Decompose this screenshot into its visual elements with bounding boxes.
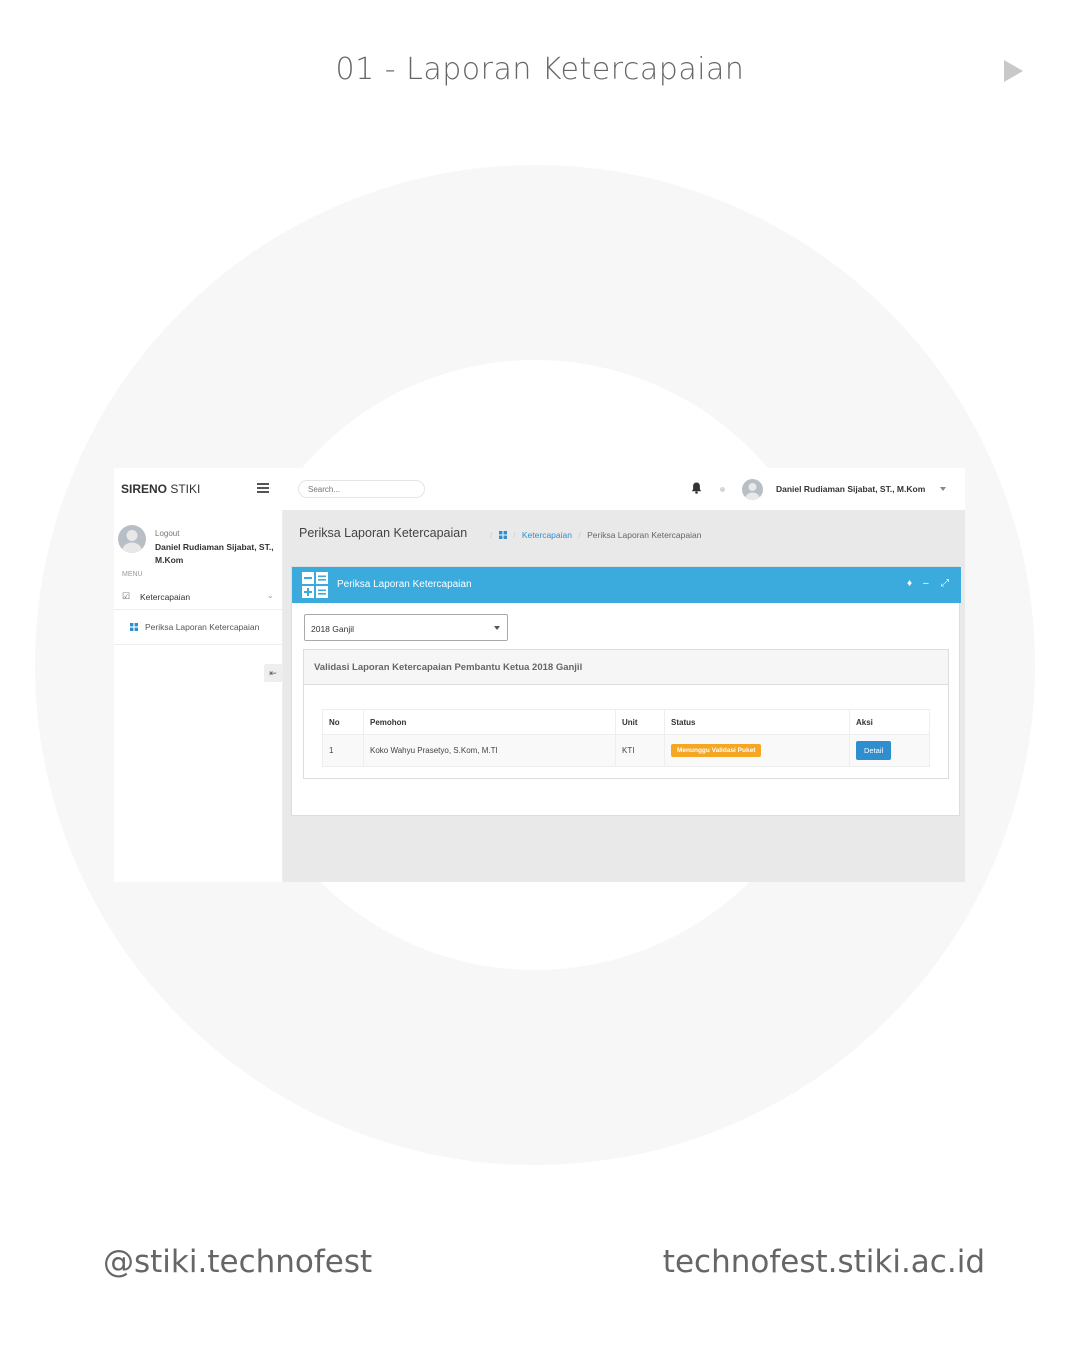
panel-title: Periksa Laporan Ketercapaian <box>337 579 472 590</box>
main-content: Periksa Laporan Ketercapaian / / Keterca… <box>283 510 965 882</box>
sidebar: Logout Daniel Rudiaman Sijabat, ST., M.K… <box>114 510 283 882</box>
minimize-icon[interactable]: – <box>923 578 929 589</box>
sidebar-collapse-icon[interactable]: ⇤ <box>264 664 282 682</box>
search-input[interactable] <box>298 480 425 498</box>
footer-website: technofest.stiki.ac.id <box>662 1244 985 1280</box>
validation-box-title: Validasi Laporan Ketercapaian Pembantu K… <box>314 662 583 673</box>
status-badge: Menunggu Validasi Puket <box>671 744 762 757</box>
brand-logo[interactable]: SIRENO STIKI <box>121 482 200 496</box>
table-header-row: No Pemohon Unit Status Aksi <box>322 709 930 735</box>
logout-link[interactable]: Logout <box>155 529 179 538</box>
page-title: Periksa Laporan Ketercapaian <box>299 526 468 540</box>
hamburger-menu-icon[interactable] <box>257 483 269 493</box>
semester-select-value: 2018 Ganjil <box>311 624 355 634</box>
sidebar-avatar <box>118 525 146 553</box>
detail-button[interactable]: Detail <box>856 741 892 760</box>
slide-title: 01 - Laporan Ketercapaian <box>335 52 745 87</box>
cell-status: Menunggu Validasi Puket <box>664 734 850 767</box>
sidebar-item-ketercapaian[interactable]: ☑ Ketercapaian ⌄ <box>114 586 282 610</box>
report-panel: Periksa Laporan Ketercapaian ♦ – ⤢ 2018 … <box>291 566 961 816</box>
color-drop-icon[interactable]: ♦ <box>907 578 912 589</box>
expand-icon[interactable]: ⤢ <box>941 578 949 589</box>
breadcrumb-current: Periksa Laporan Ketercapaian <box>587 530 702 540</box>
breadcrumb: / / Ketercapaian / Periksa Laporan Keter… <box>490 530 702 540</box>
calculator-icon <box>302 572 328 598</box>
cell-no: 1 <box>322 734 364 767</box>
bell-icon[interactable] <box>691 482 702 494</box>
sidebar-subitem-label: Periksa Laporan Ketercapaian <box>145 622 260 632</box>
column-header-unit: Unit <box>615 709 665 735</box>
table-row: 1 Koko Wahyu Prasetyo, S.Kom, M.TI KTI M… <box>322 734 930 767</box>
column-header-status: Status <box>664 709 850 735</box>
menu-heading: MENU <box>122 571 143 578</box>
caret-down-icon[interactable] <box>940 487 946 491</box>
chevron-down-icon: ⌄ <box>267 591 274 600</box>
top-user-name[interactable]: Daniel Rudiaman Sijabat, ST., M.Kom <box>776 484 925 494</box>
user-avatar[interactable] <box>742 479 763 500</box>
semester-select[interactable]: 2018 Ganjil <box>304 614 508 641</box>
checkbox-icon: ☑ <box>122 591 131 601</box>
validation-table: No Pemohon Unit Status Aksi 1 Koko Wahyu… <box>322 709 930 767</box>
panel-tools: ♦ – ⤢ <box>898 567 961 603</box>
column-header-pemohon: Pemohon <box>363 709 616 735</box>
panel-header: Periksa Laporan Ketercapaian ♦ – ⤢ <box>292 567 961 603</box>
sidebar-user-name: Daniel Rudiaman Sijabat, ST., M.Kom <box>155 542 274 565</box>
app-screenshot: SIRENO STIKI Daniel Rudiaman Sijabat, ST… <box>114 468 965 882</box>
dashboard-grid-icon <box>130 623 138 631</box>
column-header-no: No <box>322 709 364 735</box>
select-arrow-icon <box>494 626 500 630</box>
breadcrumb-link-ketercapaian[interactable]: Ketercapaian <box>522 530 572 540</box>
status-dot-icon <box>720 487 725 492</box>
footer-social-handle: @stiki.technofest <box>103 1244 373 1280</box>
validation-box-header: Validasi Laporan Ketercapaian Pembantu K… <box>304 650 948 685</box>
top-navbar: SIRENO STIKI Daniel Rudiaman Sijabat, ST… <box>114 468 965 510</box>
play-icon[interactable] <box>1004 60 1023 82</box>
sidebar-item-label: Ketercapaian <box>140 592 191 602</box>
home-grid-icon[interactable] <box>498 531 507 539</box>
validation-box: Validasi Laporan Ketercapaian Pembantu K… <box>303 649 949 779</box>
column-header-aksi: Aksi <box>849 709 930 735</box>
cell-aksi: Detail <box>849 734 930 767</box>
sidebar-subitem-periksa-laporan[interactable]: Periksa Laporan Ketercapaian <box>114 611 282 645</box>
cell-unit: KTI <box>615 734 665 767</box>
cell-pemohon: Koko Wahyu Prasetyo, S.Kom, M.TI <box>363 734 616 767</box>
